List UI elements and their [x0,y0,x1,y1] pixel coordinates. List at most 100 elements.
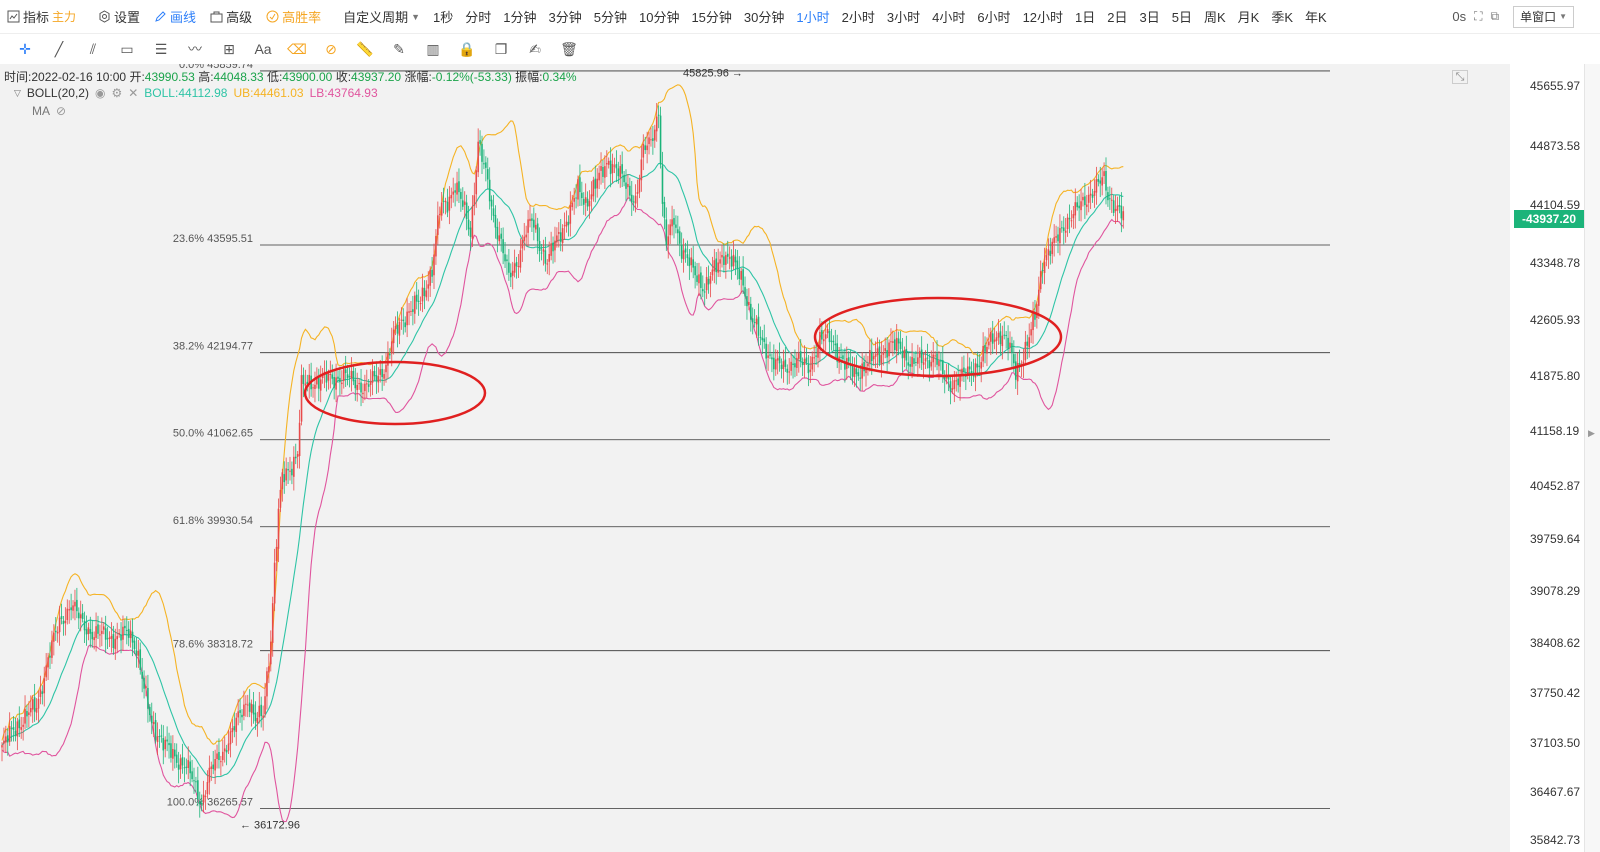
period-tab[interactable]: 1小时 [790,7,835,26]
candle-body [1076,202,1078,208]
candle-body [204,795,207,797]
candle-body [782,361,785,370]
candles-tool[interactable]: ▥ [416,36,450,62]
rectangle-tool[interactable]: ▭ [110,36,144,62]
period-tab[interactable]: 月K [1232,7,1266,26]
candle-body [233,726,236,731]
candle-body [519,250,522,268]
period-tab[interactable]: 3分钟 [543,7,588,26]
candle-body [124,625,126,629]
period-tab[interactable]: 4小时 [926,7,971,26]
period-tab[interactable]: 2日 [1101,7,1133,26]
candle-body [784,359,787,367]
period-tab[interactable]: 季K [1265,7,1299,26]
gear-icon[interactable]: ⚙ [111,86,122,100]
right-side-panel[interactable]: ▶ [1584,64,1600,852]
edit-tool[interactable]: ✍ [518,36,552,62]
candle-body [162,738,165,751]
period-tab[interactable]: 30分钟 [738,7,790,26]
candle-body [717,262,719,273]
wave-tool[interactable]: 〰 [178,36,212,62]
candle-body [364,383,366,392]
fullscreen-icon[interactable]: ⛶ [1474,9,1482,24]
candle-body [129,630,132,639]
candle-body [909,364,911,367]
candle-body [329,373,332,375]
close-icon[interactable]: ✕ [128,86,138,100]
period-tab[interactable]: 5分钟 [588,7,633,26]
chart-area[interactable]: 0.0% 45859.74 23.6% 43595.51 38.2% 42194.7… [0,64,1510,852]
pencil-tool[interactable]: ✎ [382,36,416,62]
candle-body [527,219,529,233]
line-tool[interactable]: ╱ [42,36,76,62]
chart-icon [7,10,20,23]
candle-body [394,325,397,330]
custom-period-dropdown[interactable]: 自定义周期 ▼ [336,0,427,33]
candle-body [901,350,904,359]
advanced-button[interactable]: 高级 [203,0,259,33]
period-tab[interactable]: 15分钟 [685,7,737,26]
candle-body [715,258,718,273]
candle-body [721,254,723,258]
candle-body [131,631,134,643]
candle-body [995,337,998,341]
period-tab[interactable]: 1日 [1069,7,1101,26]
period-tab[interactable]: 分时 [459,7,497,26]
copy-tool[interactable]: ❐ [484,36,518,62]
ruler-tool[interactable]: 📏 [348,36,382,62]
period-tab[interactable]: 1秒 [427,7,459,26]
candle-body [776,358,779,361]
eye-icon[interactable]: ◉ [95,86,105,100]
period-tab[interactable]: 12小时 [1017,7,1069,26]
fib-lines-icon: ☰ [154,40,168,57]
period-tab[interactable]: 6小时 [971,7,1016,26]
period-tab[interactable]: 3日 [1134,7,1166,26]
candle-body [417,300,420,303]
crosshair-tool[interactable]: ✛ [8,36,42,62]
candle-body [427,284,430,289]
candle-body [102,626,105,630]
period-tab[interactable]: 周K [1198,7,1232,26]
candle-body [89,629,92,634]
candle-body [734,256,737,263]
text-tool[interactable]: Aa [246,36,280,62]
candle-body [705,276,708,291]
period-tab[interactable]: 2小时 [836,7,881,26]
window-mode-select[interactable]: 单窗口 ▼ [1513,5,1574,28]
candle-body [64,620,67,624]
high-label: 高: [198,70,214,84]
period-tab[interactable]: 5日 [1166,7,1198,26]
period-tab[interactable]: 年K [1299,7,1333,26]
hide-tool[interactable]: ⊘ [314,36,348,62]
pen-icon [155,11,166,22]
draw-button[interactable]: 画线 [147,0,203,33]
chevron-down-icon: ▼ [1559,12,1567,21]
candle-body [895,337,898,351]
collapse-chevron-icon[interactable]: ▽ [14,88,21,99]
candle-body [375,375,378,381]
channel-tool[interactable]: ⫽ [76,36,110,62]
fib-lines-tool[interactable]: ☰ [144,36,178,62]
eraser-tool[interactable]: ⌫ [280,36,314,62]
lock-tool[interactable]: 🔒 [450,36,484,62]
winrate-button[interactable]: 高胜率 [259,0,328,33]
candle-body [513,263,516,273]
indicator-button[interactable]: 指标 主力 [0,0,83,33]
popout-icon[interactable]: ⧉ [1490,9,1499,24]
period-tab[interactable]: 3小时 [881,7,926,26]
candlestick-chart[interactable]: 0.0% 45859.7423.6% 43595.5138.2% 42194.7… [0,64,1510,852]
measure-tool[interactable]: ⊞ [212,36,246,62]
candle-body [53,632,55,642]
candle-body [116,636,118,640]
candle-body [738,269,741,279]
trash-tool[interactable]: 🗑 [552,36,586,62]
panel-toggle-icon[interactable]: ▶ [1588,428,1595,439]
price-axis[interactable] [1510,64,1584,852]
period-tab[interactable]: 10分钟 [633,7,685,26]
period-tab[interactable]: 1分钟 [497,7,542,26]
settings-button[interactable]: 设置 [91,0,147,33]
eye-off-icon[interactable]: ⊘ [56,104,66,118]
collapse-corner-icon[interactable]: ⤡ [1452,70,1468,84]
candle-body [174,749,176,757]
candle-body [894,339,896,351]
